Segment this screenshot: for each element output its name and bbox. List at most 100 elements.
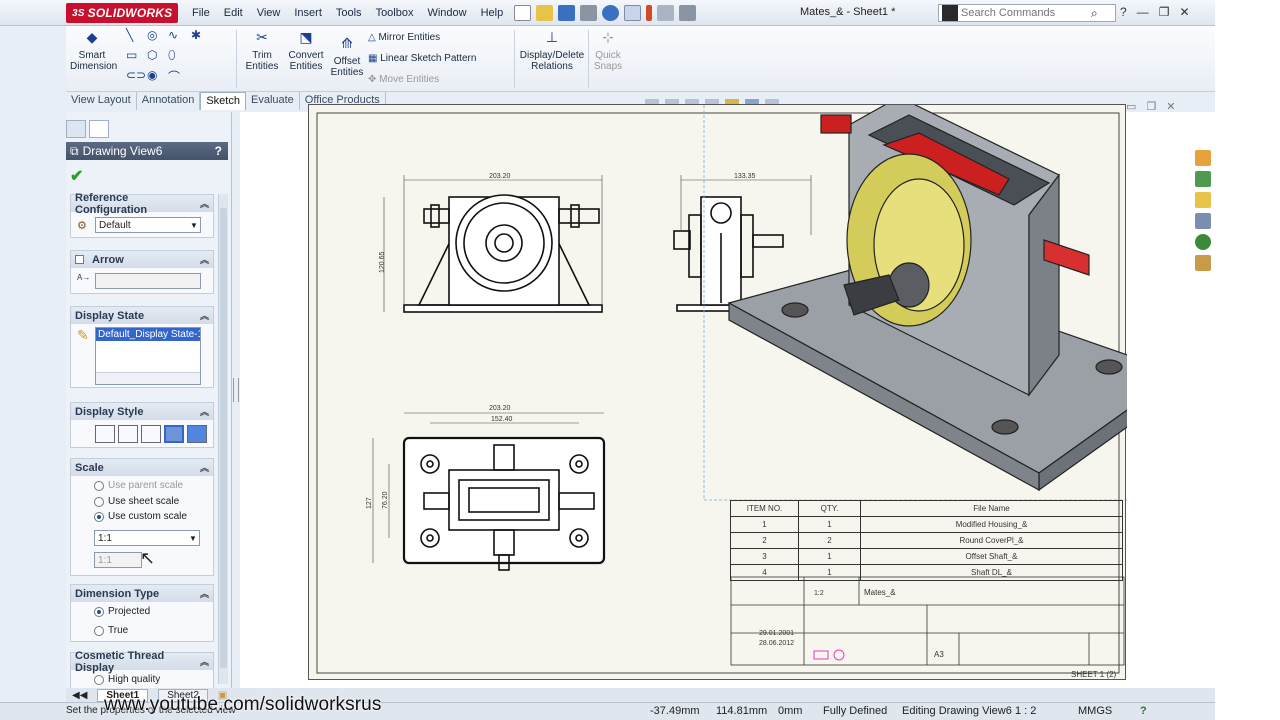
tab-evaluate[interactable]: Evaluate bbox=[246, 92, 300, 110]
line-icon[interactable]: ╲ bbox=[126, 28, 133, 42]
custom-properties-icon[interactable] bbox=[1195, 255, 1211, 271]
bill-of-materials[interactable]: ITEM NO. QTY. File Name 1 1 Modified Hou… bbox=[730, 500, 1123, 581]
display-state-item[interactable]: Default_Display State-1 bbox=[96, 328, 200, 341]
rebuild-icon[interactable] bbox=[646, 5, 652, 21]
scroll-first-icon[interactable]: ◀◀ bbox=[72, 690, 87, 701]
appearances-icon[interactable] bbox=[1195, 234, 1211, 250]
use-parent-scale-radio[interactable]: Use parent scale bbox=[94, 480, 183, 491]
menu-view[interactable]: View bbox=[250, 7, 288, 19]
group-header[interactable]: Cosmetic Thread Display ︽ bbox=[71, 650, 213, 674]
solidworks-logo[interactable]: 3S SOLIDWORKS bbox=[66, 3, 179, 23]
status-units[interactable]: MMGS bbox=[1078, 705, 1112, 717]
custom-scale-field[interactable]: 1:1 bbox=[94, 552, 142, 568]
group-header[interactable]: Reference Configuration ︽ bbox=[71, 192, 213, 216]
ellipse-icon[interactable]: ⬯ bbox=[168, 48, 176, 63]
minimize-icon[interactable]: — bbox=[1137, 5, 1149, 19]
collapse-chevron-icon[interactable]: ︽ bbox=[200, 253, 209, 266]
tab-sketch[interactable]: Sketch bbox=[200, 92, 246, 110]
help-icon[interactable]: ? bbox=[1120, 5, 1127, 19]
new-document-icon[interactable] bbox=[514, 5, 531, 21]
save-icon[interactable] bbox=[558, 5, 575, 21]
convert-entities-button[interactable]: ⬔ Convert Entities bbox=[284, 30, 328, 72]
menu-insert[interactable]: Insert bbox=[287, 7, 329, 19]
doc-restore-icon[interactable]: ❐ bbox=[1146, 100, 1156, 113]
circle-icon[interactable]: ◎ bbox=[147, 28, 157, 42]
shaded-icon[interactable] bbox=[187, 425, 207, 443]
collapse-chevron-icon[interactable]: ︽ bbox=[200, 587, 209, 600]
quick-snaps-button[interactable]: ⊹ Quick Snaps bbox=[592, 30, 624, 72]
list-hscrollbar[interactable] bbox=[96, 372, 200, 384]
menu-tools[interactable]: Tools bbox=[329, 7, 369, 19]
graphics-area[interactable]: ▭ ❐ ✕ 203.20 120.65 133.35 203.20 152.40… bbox=[240, 99, 1215, 688]
search-icon[interactable]: ⌕ bbox=[1091, 6, 1098, 21]
projected-radio[interactable]: Projected bbox=[94, 606, 150, 617]
collapse-chevron-icon[interactable]: ︽ bbox=[200, 197, 209, 210]
arrow-label-field[interactable] bbox=[95, 273, 201, 289]
collapse-chevron-icon[interactable]: ︽ bbox=[200, 309, 209, 322]
tab-annotation[interactable]: Annotation bbox=[137, 92, 201, 110]
reference-config-select[interactable]: Default ▼ bbox=[95, 217, 201, 233]
table-row[interactable]: 1 1 Modified Housing_& bbox=[730, 516, 1123, 533]
arrow-checkbox[interactable] bbox=[75, 255, 84, 264]
group-header[interactable]: Arrow ︽ bbox=[71, 251, 213, 268]
view-palette-icon[interactable] bbox=[1195, 213, 1211, 229]
smart-dimension-button[interactable]: ◆ Smart Dimension bbox=[70, 30, 117, 72]
panel-splitter[interactable] bbox=[233, 378, 239, 402]
menu-edit[interactable]: Edit bbox=[217, 7, 250, 19]
select-pointer-icon[interactable] bbox=[624, 5, 641, 21]
slot-icon[interactable]: ⊂⊃ bbox=[126, 68, 146, 82]
collapse-chevron-icon[interactable]: ︽ bbox=[200, 461, 209, 474]
rectangle-icon[interactable]: ▭ bbox=[126, 48, 137, 62]
wireframe-icon[interactable] bbox=[95, 425, 115, 443]
solidworks-resources-icon[interactable] bbox=[1195, 150, 1211, 166]
close-icon[interactable]: ✕ bbox=[1179, 5, 1189, 19]
property-manager-tab-icon[interactable] bbox=[89, 120, 109, 138]
group-header[interactable]: Dimension Type ︽ bbox=[71, 585, 213, 602]
menu-help[interactable]: Help bbox=[474, 7, 511, 19]
panel-scrollbar[interactable] bbox=[218, 194, 228, 684]
linear-pattern-button[interactable]: ▦ Linear Sketch Pattern bbox=[368, 53, 476, 64]
status-scale[interactable]: 1 : 2 bbox=[1015, 705, 1036, 717]
doc-close-icon[interactable]: ✕ bbox=[1166, 100, 1175, 113]
table-row[interactable]: 3 1 Offset Shaft_& bbox=[730, 548, 1123, 565]
fillet-icon[interactable]: ⌒ bbox=[168, 68, 180, 85]
file-properties-icon[interactable] bbox=[657, 5, 674, 21]
polygon-icon[interactable]: ⬡ bbox=[147, 48, 157, 62]
point-icon[interactable]: ✱ bbox=[191, 28, 201, 42]
hidden-visible-icon[interactable] bbox=[118, 425, 138, 443]
custom-scale-select[interactable]: 1:1 ▼ bbox=[94, 530, 200, 546]
group-header[interactable]: Display State ︽ bbox=[71, 307, 213, 324]
file-explorer-icon[interactable] bbox=[1195, 192, 1211, 208]
table-row[interactable]: 2 2 Round CoverPl_& bbox=[730, 532, 1123, 549]
open-folder-icon[interactable] bbox=[536, 5, 553, 21]
ok-check-icon[interactable]: ✔ bbox=[70, 166, 83, 186]
help-status-icon[interactable]: ? bbox=[1140, 705, 1147, 717]
mirror-entities-button[interactable]: △ Mirror Entities bbox=[368, 32, 440, 43]
display-relations-button[interactable]: ⊥ Display/Delete Relations bbox=[518, 30, 586, 72]
restore-icon[interactable]: ❐ bbox=[1159, 5, 1170, 19]
drawing-sheet[interactable]: 203.20 120.65 133.35 203.20 152.40 127 7… bbox=[308, 104, 1127, 680]
menu-window[interactable]: Window bbox=[420, 7, 473, 19]
help-button[interactable]: ? bbox=[215, 144, 222, 158]
offset-entities-button[interactable]: ⟰ Offset Entities bbox=[328, 36, 366, 78]
options-icon[interactable] bbox=[679, 5, 696, 21]
move-entities-button[interactable]: ✥ Move Entities bbox=[368, 74, 439, 85]
display-state-list[interactable]: Default_Display State-1 bbox=[95, 327, 201, 385]
tab-view-layout[interactable]: View Layout bbox=[66, 92, 137, 110]
use-custom-scale-radio[interactable]: Use custom scale bbox=[94, 511, 187, 522]
undo-icon[interactable] bbox=[602, 5, 619, 21]
hidden-removed-icon[interactable] bbox=[141, 425, 161, 443]
search-input[interactable] bbox=[961, 7, 1091, 19]
group-header[interactable]: Display Style ︽ bbox=[71, 403, 213, 420]
collapse-chevron-icon[interactable]: ︽ bbox=[200, 655, 209, 668]
centerpoint-icon[interactable]: ◉ bbox=[147, 68, 157, 82]
collapse-chevron-icon[interactable]: ︽ bbox=[200, 405, 209, 418]
trim-entities-button[interactable]: ✂ Trim Entities bbox=[242, 30, 282, 72]
menu-file[interactable]: File bbox=[185, 7, 217, 19]
search-commands[interactable]: ⌕ bbox=[938, 4, 1116, 22]
shaded-edges-icon[interactable] bbox=[164, 425, 184, 443]
group-header[interactable]: Scale ︽ bbox=[71, 459, 213, 476]
spline-icon[interactable]: ∿ bbox=[168, 28, 178, 42]
print-icon[interactable] bbox=[580, 5, 597, 21]
feature-tree-tab-icon[interactable] bbox=[66, 120, 86, 138]
